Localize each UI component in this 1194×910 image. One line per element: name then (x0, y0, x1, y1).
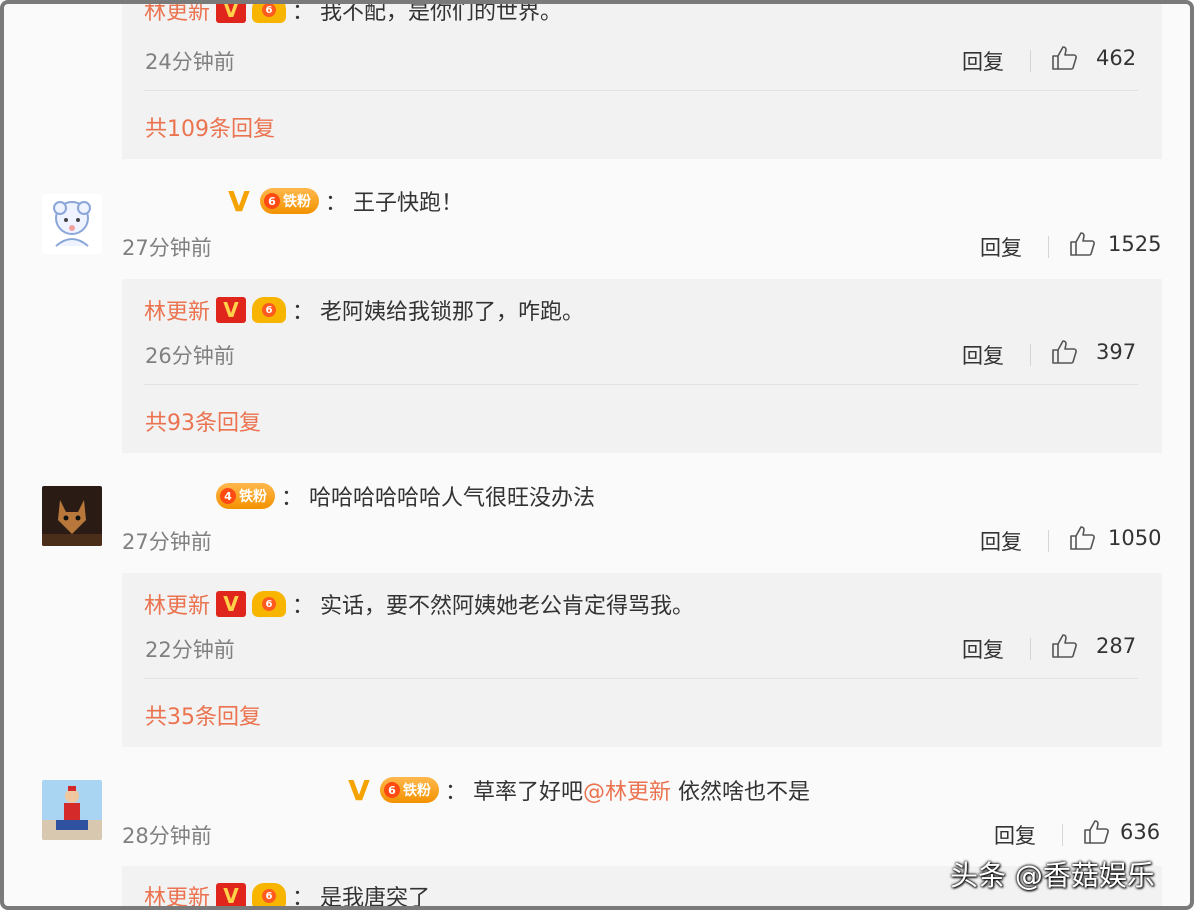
avatar-image (42, 194, 102, 254)
reply-text: 是我唐突了 (320, 886, 431, 910)
colon: ： (292, 300, 315, 325)
like-count: 1525 (1108, 232, 1162, 256)
comment-timestamp: 27分钟前 (122, 530, 212, 554)
reply-timestamp: 26分钟前 (145, 344, 235, 368)
like-button[interactable] (1082, 819, 1110, 849)
reply-header: 林更新 V 6 ： 我不配，是你们的世界。 (144, 0, 563, 26)
colon: ： (292, 594, 315, 619)
verified-v-icon: V (216, 4, 247, 23)
reply-button[interactable]: 回复 (980, 232, 1022, 262)
like-count: 1050 (1108, 526, 1162, 550)
colon: ： (292, 886, 315, 910)
reply-header: 林更新 V 6 ： 实话，要不然阿姨她老公肯定得骂我。 (144, 588, 694, 620)
comment-text: 哈哈哈哈哈哈人气很旺没办法 (309, 486, 596, 511)
comment-text: 草率了好吧@林更新 依然啥也不是 (473, 780, 811, 805)
avatar[interactable] (42, 194, 102, 254)
fan-badge: 4 铁粉 (216, 483, 275, 509)
divider (1030, 50, 1031, 72)
reply-text: 实话，要不然阿姨她老公肯定得骂我。 (320, 594, 695, 619)
reply-button[interactable]: 回复 (962, 634, 1004, 664)
like-button[interactable] (1068, 525, 1096, 555)
like-count: 462 (1096, 46, 1137, 70)
comment-text: 王子快跑！ (353, 191, 464, 216)
reply-block (122, 4, 1162, 159)
verified-v-icon: V (216, 883, 247, 906)
view-more-replies-link[interactable]: 共93条回复 (145, 405, 261, 437)
thumbs-up-icon (1084, 820, 1109, 844)
watermark: 头条 @香菇娱乐 (950, 859, 1155, 892)
colon: ： (281, 486, 304, 511)
mention-link[interactable]: @林更新 (583, 780, 671, 805)
colon: ： (445, 780, 468, 805)
reply-button[interactable]: 回复 (962, 46, 1004, 76)
vip-crown-icon: 6 (252, 591, 287, 617)
vip-crown-icon: 6 (252, 883, 287, 906)
like-count: 397 (1096, 340, 1137, 364)
divider (144, 678, 1138, 679)
like-button[interactable] (1050, 45, 1078, 75)
like-count: 636 (1120, 820, 1161, 844)
divider (1048, 530, 1049, 552)
reply-author-name[interactable]: 林更新 (144, 588, 210, 620)
reply-button[interactable]: 回复 (980, 526, 1022, 556)
reply-header: 林更新 V 6 ： 老阿姨给我锁那了，咋跑。 (144, 294, 584, 326)
comment-timestamp: 27分钟前 (122, 236, 212, 260)
avatar-image (42, 486, 102, 546)
colon: ： (292, 0, 315, 25)
vip-crown-icon: 6 (252, 4, 287, 23)
colon: ： (325, 191, 348, 216)
comment-header: 4 铁粉 ： 哈哈哈哈哈哈人气很旺没办法 (216, 480, 595, 512)
verified-v-icon: V (228, 184, 250, 218)
like-button[interactable] (1050, 339, 1078, 369)
comment-header: V 6 铁粉 ： 草率了好吧@林更新 依然啥也不是 (344, 773, 811, 807)
reply-author-name[interactable]: 林更新 (144, 880, 210, 906)
fan-badge: 6 铁粉 (260, 188, 319, 214)
thumbs-up-icon (1070, 526, 1095, 550)
view-more-replies-link[interactable]: 共35条回复 (145, 699, 261, 731)
comment-header: V 6 铁粉 ： 王子快跑！ (224, 184, 464, 218)
verified-v-icon: V (348, 773, 370, 807)
reply-author-name[interactable]: 林更新 (144, 4, 210, 26)
comment-feed: 林更新 V 6 ： 我不配，是你们的世界。 24分钟前 回复 462 共109条… (0, 0, 1194, 910)
verified-v-icon: V (216, 591, 247, 617)
reply-timestamp: 24分钟前 (145, 50, 235, 74)
view-more-replies-link[interactable]: 共109条回复 (145, 111, 275, 143)
avatar[interactable] (42, 780, 102, 840)
thumbs-up-icon (1052, 634, 1077, 658)
thumbs-up-icon (1052, 46, 1077, 70)
divider (1030, 638, 1031, 660)
reply-text: 老阿姨给我锁那了，咋跑。 (320, 300, 585, 325)
like-button[interactable] (1050, 633, 1078, 663)
avatar-image (42, 780, 102, 840)
divider (144, 90, 1138, 91)
fan-badge: 6 铁粉 (380, 777, 439, 803)
like-button[interactable] (1068, 231, 1096, 261)
reply-header: 林更新 V 6 ： 是我唐突了 (144, 880, 431, 910)
divider (144, 384, 1138, 385)
reply-timestamp: 22分钟前 (145, 638, 235, 662)
like-count: 287 (1096, 634, 1137, 658)
vip-crown-icon: 6 (252, 297, 287, 323)
divider (1048, 236, 1049, 258)
reply-text: 我不配，是你们的世界。 (320, 0, 563, 25)
avatar[interactable] (42, 486, 102, 546)
thumbs-up-icon (1070, 232, 1095, 256)
reply-author-name[interactable]: 林更新 (144, 294, 210, 326)
reply-button[interactable]: 回复 (994, 820, 1036, 850)
verified-v-icon: V (216, 297, 247, 323)
comment-timestamp: 28分钟前 (122, 824, 212, 848)
divider (1030, 344, 1031, 366)
reply-button[interactable]: 回复 (962, 340, 1004, 370)
thumbs-up-icon (1052, 340, 1077, 364)
divider (1062, 824, 1063, 846)
